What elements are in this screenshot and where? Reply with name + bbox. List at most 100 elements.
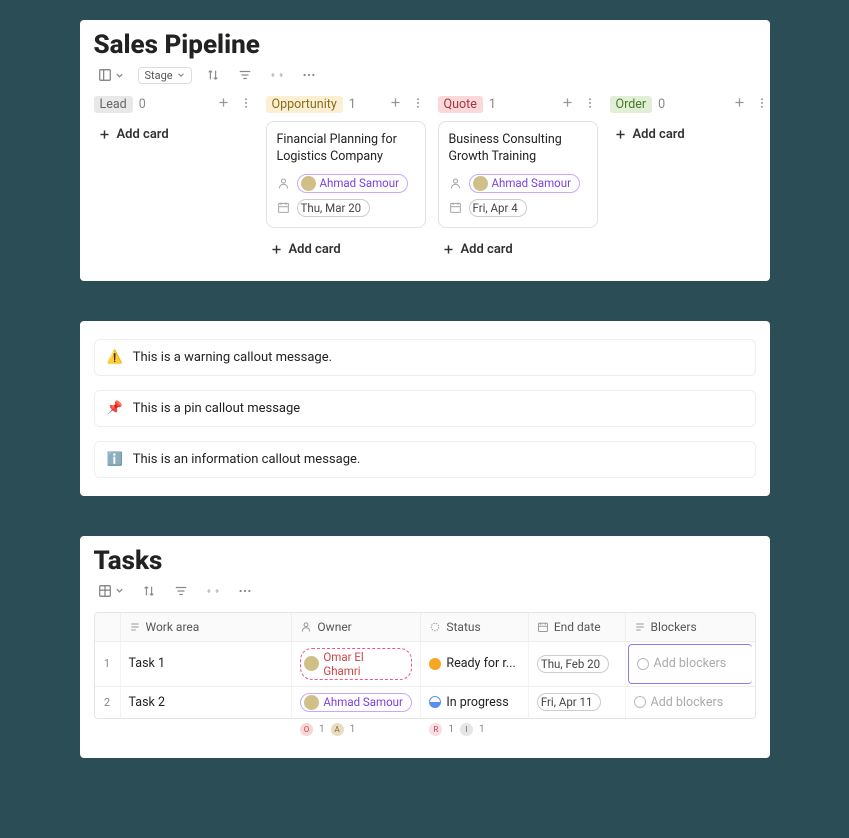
- th-work-area[interactable]: Work area: [121, 613, 293, 641]
- add-card-button[interactable]: Add card: [438, 236, 598, 263]
- column-header: Opportunity 1: [266, 96, 426, 113]
- text-icon: [129, 621, 141, 633]
- callout-icon: ℹ️: [107, 452, 123, 467]
- column-more-button[interactable]: [238, 97, 254, 113]
- column-more-button[interactable]: [582, 97, 598, 113]
- footer-chip[interactable]: A: [331, 723, 344, 736]
- column-label[interactable]: Opportunity: [266, 96, 343, 113]
- footer-chip[interactable]: R: [429, 723, 442, 736]
- expand-button[interactable]: [266, 66, 288, 84]
- sort-icon: [142, 584, 156, 598]
- date-pill[interactable]: Fri, Apr 4: [469, 199, 527, 217]
- column-label[interactable]: Order: [610, 96, 653, 113]
- th-status[interactable]: Status: [421, 613, 528, 641]
- cell-owner[interactable]: Ahmad Samour: [292, 687, 421, 718]
- cell-work-area[interactable]: Task 1: [121, 642, 293, 686]
- column-add-button[interactable]: [387, 96, 404, 113]
- blockers-placeholder: Add blockers: [651, 695, 724, 710]
- plus-icon: [442, 243, 455, 256]
- date-pill[interactable]: Thu, Mar 20: [297, 199, 371, 217]
- callout-text: This is a pin callout message: [133, 401, 301, 416]
- th-owner[interactable]: Owner: [292, 613, 421, 641]
- th-blockers[interactable]: Blockers: [626, 613, 755, 641]
- column-add-button[interactable]: [559, 96, 576, 113]
- add-card-label: Add card: [289, 242, 341, 257]
- chevron-down-icon: [115, 586, 124, 595]
- cell-work-area[interactable]: Task 2: [121, 687, 293, 718]
- callout: ⚠️This is a warning callout message.: [94, 339, 756, 376]
- th-end-date[interactable]: End date: [529, 613, 626, 641]
- footer-chip[interactable]: O: [300, 723, 313, 736]
- column-more-button[interactable]: [754, 97, 770, 113]
- more-vertical-icon: [240, 97, 252, 109]
- footer-chip[interactable]: I: [460, 723, 473, 736]
- tasks-title: Tasks: [94, 546, 756, 576]
- text-icon: [634, 621, 646, 633]
- cell-end-date[interactable]: Thu, Feb 20: [529, 642, 626, 686]
- status-dot-icon: [429, 696, 441, 708]
- add-card-button[interactable]: Add card: [266, 236, 426, 263]
- table-header: Work area Owner Status End date Blockers: [95, 613, 755, 642]
- person-pill[interactable]: Ahmad Samour: [469, 174, 580, 193]
- kanban-column: Quote 1 Business Consulting Growth Train…: [438, 96, 598, 263]
- cell-end-date[interactable]: Fri, Apr 11: [529, 687, 626, 718]
- table-view-button[interactable]: [94, 582, 128, 600]
- board-icon: [98, 68, 112, 82]
- person-pill[interactable]: Ahmad Samour: [300, 693, 411, 712]
- date-pill[interactable]: Fri, Apr 11: [537, 693, 602, 711]
- chevron-down-icon: [115, 71, 124, 80]
- person-icon: [300, 621, 312, 633]
- status-dot-icon: [429, 658, 441, 670]
- cell-status[interactable]: Ready for r...: [421, 642, 528, 686]
- column-header: Order 0: [610, 96, 770, 113]
- cell-blockers[interactable]: Add blockers: [628, 644, 753, 684]
- person-pill[interactable]: Ahmad Samour: [297, 174, 408, 193]
- cell-status[interactable]: In progress: [421, 687, 528, 718]
- more-vertical-icon: [412, 97, 424, 109]
- expand-button[interactable]: [202, 582, 224, 600]
- board-view-button[interactable]: [94, 66, 128, 84]
- kanban-card[interactable]: Financial Planning for Logistics Company…: [266, 121, 426, 228]
- person-icon: [449, 177, 462, 190]
- pipeline-toolbar: Stage: [94, 66, 756, 84]
- calendar-icon: [537, 621, 549, 633]
- plus-icon: [217, 96, 230, 109]
- avatar: [304, 695, 319, 710]
- sort-button[interactable]: [138, 582, 160, 600]
- circle-icon: [637, 658, 649, 670]
- filter-button[interactable]: [234, 66, 256, 84]
- more-button[interactable]: [234, 582, 256, 600]
- column-label[interactable]: Lead: [94, 96, 133, 113]
- stage-dropdown[interactable]: Stage: [138, 67, 193, 84]
- filter-icon: [238, 68, 252, 82]
- callout: ℹ️This is an information callout message…: [94, 441, 756, 478]
- sort-icon: [206, 68, 220, 82]
- callout-text: This is a warning callout message.: [133, 350, 332, 365]
- date-pill[interactable]: Thu, Feb 20: [537, 655, 609, 673]
- column-add-button[interactable]: [215, 96, 232, 113]
- column-add-button[interactable]: [731, 96, 748, 113]
- avatar: [301, 176, 316, 191]
- more-button[interactable]: [298, 66, 320, 84]
- column-more-button[interactable]: [410, 97, 426, 113]
- filter-icon: [174, 584, 188, 598]
- person-pill[interactable]: Omar El Ghamri: [300, 648, 412, 680]
- column-label[interactable]: Quote: [438, 96, 483, 113]
- person-name: Ahmad Samour: [323, 695, 402, 709]
- more-icon: [302, 68, 316, 82]
- status-text: Ready for r...: [446, 656, 515, 671]
- column-count: 1: [489, 97, 496, 112]
- person-name: Ahmad Samour: [320, 176, 399, 190]
- column-header: Quote 1: [438, 96, 598, 113]
- filter-button[interactable]: [170, 582, 192, 600]
- kanban-card[interactable]: Business Consulting Growth Training Ahma…: [438, 121, 598, 228]
- table-row[interactable]: 2 Task 2 Ahmad Samour In progress Fri, A…: [95, 687, 755, 718]
- add-card-button[interactable]: Add card: [94, 121, 254, 148]
- status-icon: [429, 621, 441, 633]
- table-row[interactable]: 1 Task 1 Omar El Ghamri Ready for r... T…: [95, 642, 755, 687]
- add-card-button[interactable]: Add card: [610, 121, 770, 148]
- cell-owner[interactable]: Omar El Ghamri: [292, 642, 421, 686]
- sort-button[interactable]: [202, 66, 224, 84]
- tasks-panel: Tasks Work area Owner: [80, 536, 770, 758]
- cell-blockers[interactable]: Add blockers: [626, 687, 755, 718]
